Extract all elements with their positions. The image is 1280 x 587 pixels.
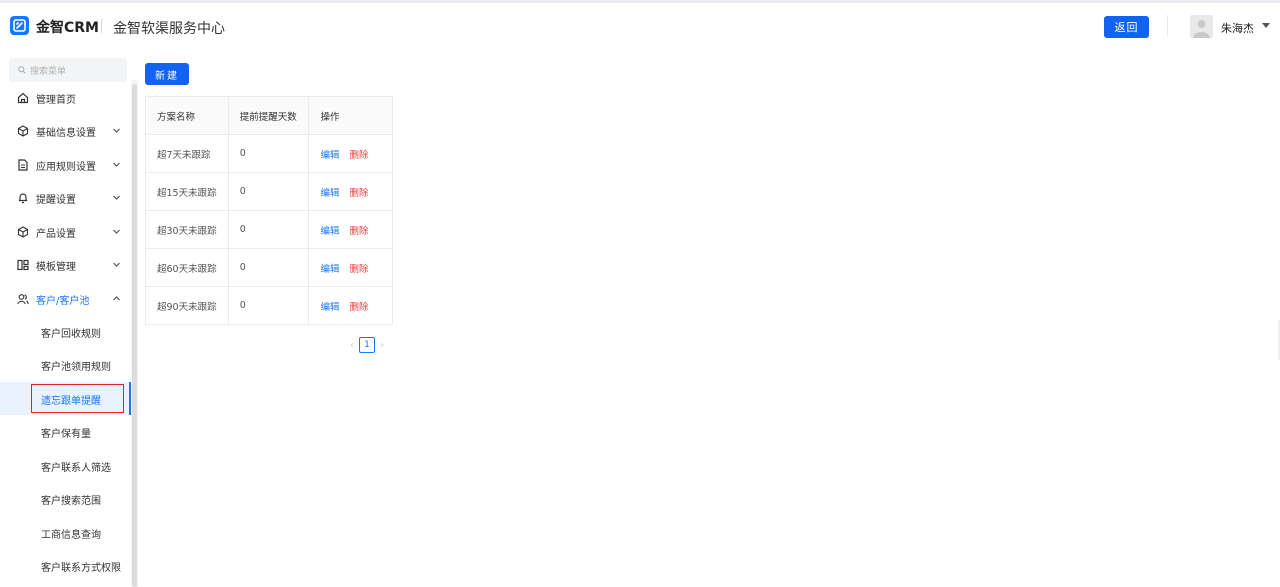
table-row: 超7天未跟踪 0 编辑 删除 xyxy=(145,134,393,173)
edit-link[interactable]: 编辑 xyxy=(320,188,339,199)
bell-icon xyxy=(18,193,28,204)
sidebar-item-label: 基础信息设置 xyxy=(36,128,96,139)
cell-actions: 编辑 删除 xyxy=(308,134,393,173)
sidebar-item-products[interactable]: 产品设置 xyxy=(0,215,131,248)
table-row: 超15天未跟踪 0 编辑 删除 xyxy=(145,172,393,211)
sidebar-subitem-followup-reminder[interactable]: 遗忘跟单提醒 xyxy=(0,382,131,415)
sidebar-item-reminders[interactable]: 提醒设置 xyxy=(0,181,131,214)
search-placeholder: 搜索菜单 xyxy=(30,66,67,77)
sidebar-item-basic-info[interactable]: 基础信息设置 xyxy=(0,114,131,147)
sidebar-subitem-contact-filter[interactable]: 客户联系人筛选 xyxy=(0,449,131,482)
table-row: 超30天未跟踪 0 编辑 删除 xyxy=(145,210,393,249)
users-icon xyxy=(17,294,29,305)
caret-down-icon[interactable] xyxy=(1262,23,1270,28)
document-icon xyxy=(18,159,28,171)
search-icon xyxy=(18,66,26,74)
table-header-row: 方案名称 提前提醒天数 操作 xyxy=(145,96,393,135)
sidebar-subitem-label: 客户联系人筛选 xyxy=(41,463,111,474)
edit-link[interactable]: 编辑 xyxy=(320,150,339,161)
chevron-down-icon xyxy=(113,162,120,167)
sidebar-item-label: 管理首页 xyxy=(36,95,76,106)
template-icon xyxy=(17,259,29,271)
delete-link[interactable]: 删除 xyxy=(350,150,369,161)
cell-days: 0 xyxy=(227,248,310,287)
sidebar-item-templates[interactable]: 模板管理 xyxy=(0,248,131,281)
sidebar-subitem-contact-permissions[interactable]: 客户联系方式权限 xyxy=(0,549,131,582)
cell-actions: 编辑 删除 xyxy=(308,248,393,287)
chevron-left-icon[interactable]: ‹ xyxy=(346,340,358,351)
sidebar-subitem-label: 客户池领用规则 xyxy=(41,362,111,373)
cell-actions: 编辑 删除 xyxy=(308,286,393,325)
sidebar-subitem-label: 客户联系方式权限 xyxy=(41,563,121,574)
cell-name: 超60天未跟踪 xyxy=(145,248,229,287)
sidebar-item-app-rules[interactable]: 应用规则设置 xyxy=(0,148,131,181)
cube-icon xyxy=(17,226,29,238)
delete-link[interactable]: 删除 xyxy=(350,302,369,313)
cell-name: 超90天未跟踪 xyxy=(145,286,229,325)
edit-link[interactable]: 编辑 xyxy=(320,264,339,275)
cell-actions: 编辑 删除 xyxy=(308,172,393,211)
sidebar-item-label: 模板管理 xyxy=(36,262,76,273)
reminder-table: 方案名称 提前提醒天数 操作 超7天未跟踪 0 编辑 删除 超15天未跟踪 0 编… xyxy=(145,96,393,325)
column-header-days: 提前提醒天数 xyxy=(227,96,310,135)
header-divider-right xyxy=(1167,15,1168,37)
table-row: 超90天未跟踪 0 编辑 删除 xyxy=(145,286,393,325)
column-header-actions: 操作 xyxy=(308,96,393,135)
home-icon xyxy=(17,92,29,104)
sidebar: 搜索菜单 管理首页 基础信息设置 应用规则设置 提醒设置 产品设置 模板管理 客… xyxy=(0,50,138,587)
delete-link[interactable]: 删除 xyxy=(350,264,369,275)
sidebar-item-label: 提醒设置 xyxy=(36,195,76,206)
cell-name: 超15天未跟踪 xyxy=(145,172,229,211)
cell-days: 0 xyxy=(227,286,310,325)
page-number[interactable]: 1 xyxy=(359,337,375,353)
chevron-down-icon xyxy=(113,195,120,200)
edit-link[interactable]: 编辑 xyxy=(320,226,339,237)
sidebar-scrollbar-thumb[interactable] xyxy=(132,84,137,587)
delete-link[interactable]: 删除 xyxy=(350,188,369,199)
back-button[interactable]: 返回 xyxy=(1104,16,1149,38)
header-divider xyxy=(101,19,102,33)
app-header: 金智CRM 金智软渠服务中心 返回 朱海杰 xyxy=(0,3,1280,47)
cell-name: 超7天未跟踪 xyxy=(145,134,229,173)
sidebar-subitem-label: 客户保有量 xyxy=(41,429,91,440)
sidebar-subitem-pool-rules[interactable]: 客户池领用规则 xyxy=(0,348,131,381)
sidebar-subitem-retention[interactable]: 客户保有量 xyxy=(0,415,131,448)
menu-search-input[interactable]: 搜索菜单 xyxy=(9,58,127,82)
sidebar-item-customers[interactable]: 客户/客户池 xyxy=(0,282,131,315)
sidebar-item-label: 客户/客户池 xyxy=(36,296,90,307)
cell-days: 0 xyxy=(227,134,310,173)
cell-name: 超30天未跟踪 xyxy=(145,210,229,249)
cube-icon xyxy=(17,125,29,137)
sidebar-item-home[interactable]: 管理首页 xyxy=(0,81,131,114)
avatar[interactable] xyxy=(1190,15,1213,38)
user-name[interactable]: 朱海杰 xyxy=(1221,20,1254,36)
sidebar-subitem-label: 遗忘跟单提醒 xyxy=(41,396,101,407)
edit-link[interactable]: 编辑 xyxy=(320,302,339,313)
pagination: ‹ 1 › xyxy=(346,337,388,353)
chevron-right-icon[interactable]: › xyxy=(376,340,388,351)
logo-text: 金智CRM xyxy=(36,20,99,36)
column-header-name: 方案名称 xyxy=(145,96,229,135)
chevron-up-icon xyxy=(113,296,120,301)
chevron-down-icon xyxy=(113,128,120,133)
chevron-down-icon xyxy=(113,229,120,234)
delete-link[interactable]: 删除 xyxy=(350,226,369,237)
sidebar-subitem-label: 客户回收规则 xyxy=(41,329,101,340)
new-button[interactable]: 新建 xyxy=(145,63,189,85)
sidebar-subitem-label: 工商信息查询 xyxy=(41,530,101,541)
sidebar-subitem-label: 客户搜索范围 xyxy=(41,496,101,507)
sidebar-subitem-business-info[interactable]: 工商信息查询 xyxy=(0,516,131,549)
cell-days: 0 xyxy=(227,210,310,249)
chevron-down-icon xyxy=(113,262,120,267)
logo-icon xyxy=(10,16,29,35)
app-title: 金智软渠服务中心 xyxy=(113,21,225,37)
sidebar-item-label: 应用规则设置 xyxy=(36,162,96,173)
sidebar-subitem-search-scope[interactable]: 客户搜索范围 xyxy=(0,482,131,515)
cell-actions: 编辑 删除 xyxy=(308,210,393,249)
sidebar-subitem-recycle-rules[interactable]: 客户回收规则 xyxy=(0,315,131,348)
cell-days: 0 xyxy=(227,172,310,211)
sidebar-item-label: 产品设置 xyxy=(36,229,76,240)
table-row: 超60天未跟踪 0 编辑 删除 xyxy=(145,248,393,287)
